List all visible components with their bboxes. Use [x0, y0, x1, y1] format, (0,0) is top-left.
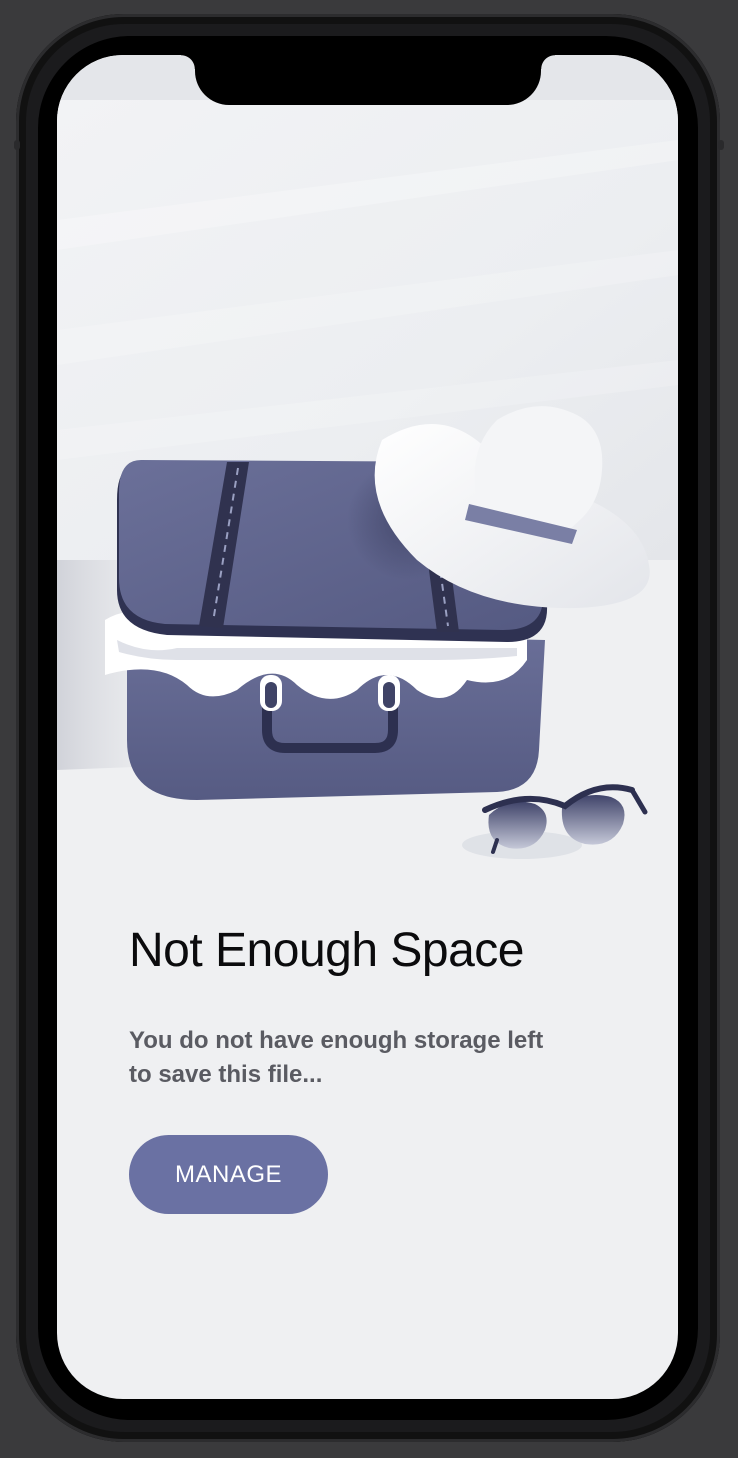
- travel-illustration: [57, 100, 678, 880]
- storage-message: You do not have enough storage left to s…: [129, 1027, 544, 1088]
- side-button-left: [14, 140, 20, 150]
- notch: [181, 55, 555, 105]
- manage-button[interactable]: MANAGE: [129, 1135, 328, 1214]
- page-title: Not Enough Space: [129, 924, 524, 977]
- side-button-right: [718, 140, 724, 150]
